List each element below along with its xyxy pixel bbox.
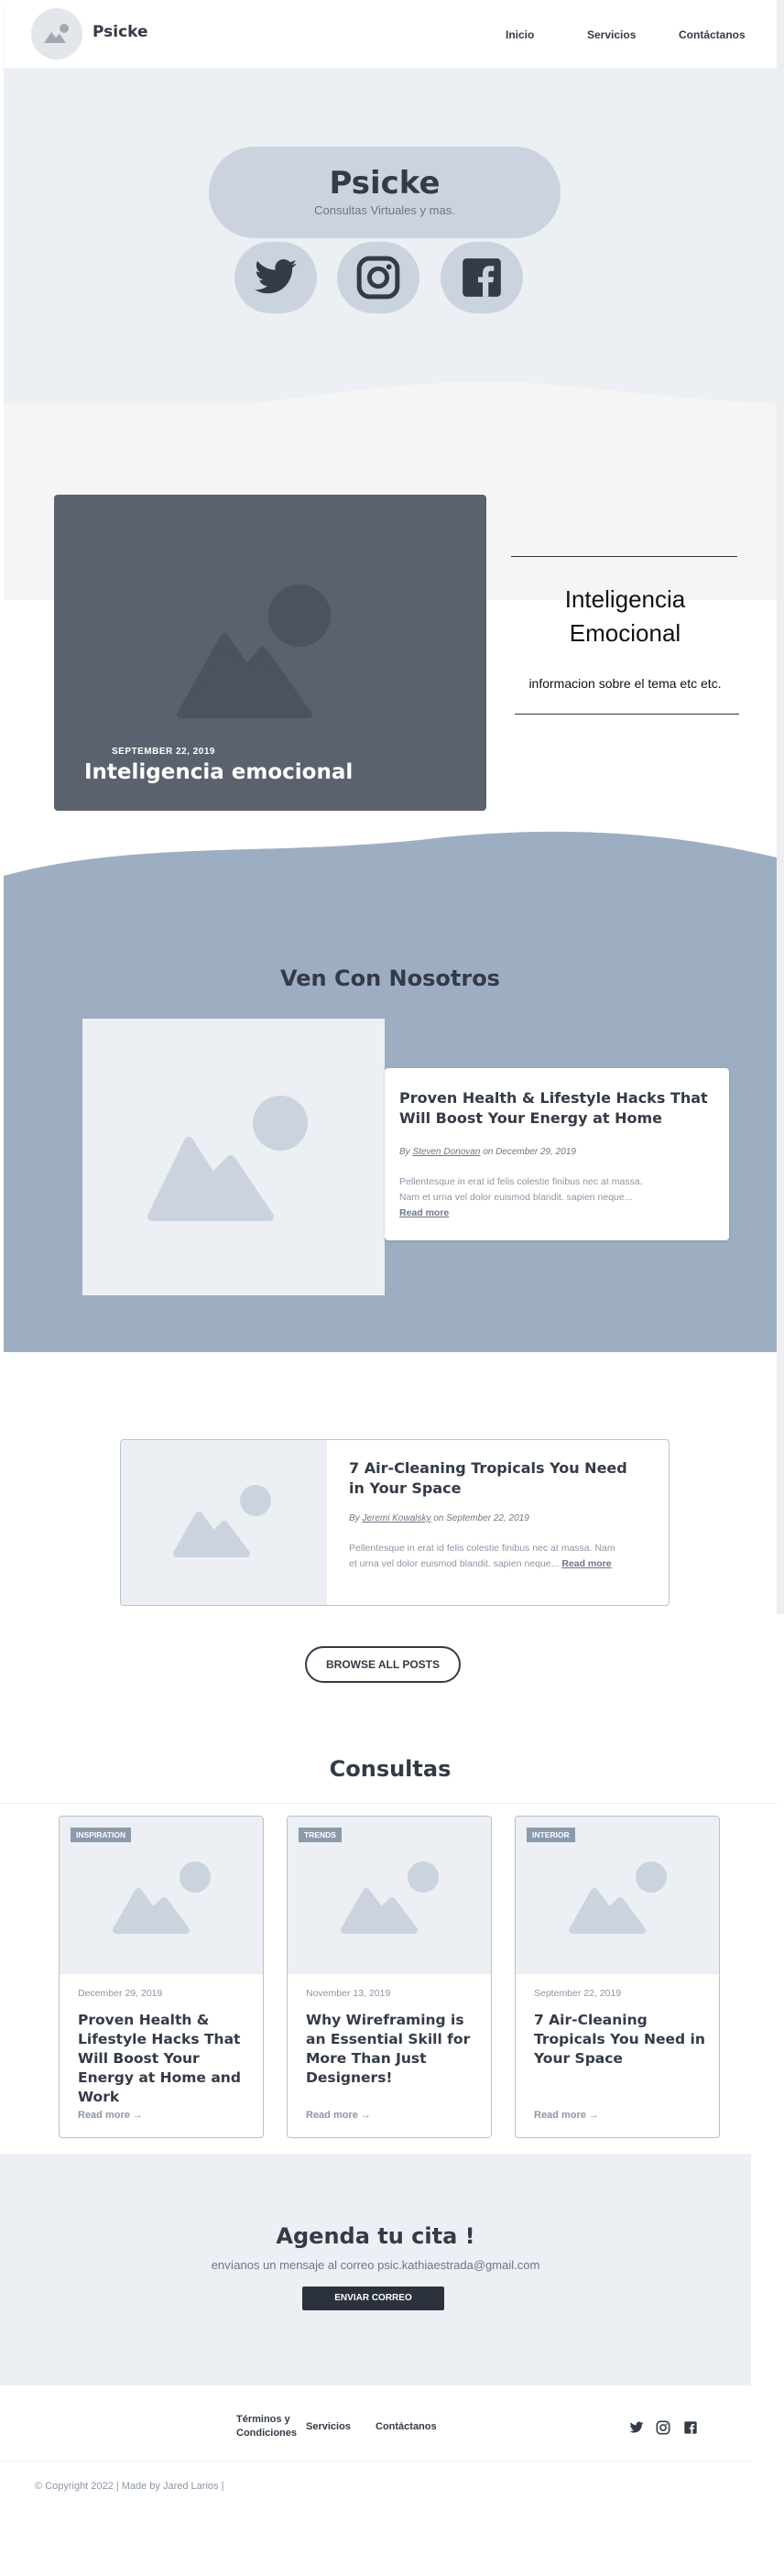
post-title[interactable]: Proven Health & Lifestyle Hacks That Wil…: [399, 1088, 713, 1129]
read-more-link[interactable]: Read more →: [306, 2110, 371, 2121]
hero-wave: [4, 381, 777, 440]
instagram-icon[interactable]: [656, 2420, 670, 2435]
post-image: INSPIRATION: [60, 1817, 263, 1974]
footer-link-servicios[interactable]: Servicios: [306, 2420, 351, 2434]
section-heading: Ven Con Nosotros: [280, 966, 500, 991]
featured-date: SEPTEMBER 22, 2019: [112, 747, 215, 757]
post-image: INTERIOR: [516, 1817, 719, 1974]
featured-title[interactable]: Inteligencia emocional: [84, 760, 353, 784]
appointment-section: Agenda tu cita ! envíanos un mensaje al …: [0, 2154, 751, 2385]
category-badge[interactable]: INSPIRATION: [71, 1828, 132, 1842]
post-card: 7 Air-Cleaning Tropicals You Need in You…: [120, 1439, 670, 1606]
post-card[interactable]: INSPIRATION December 29, 2019 Proven Hea…: [59, 1816, 264, 2138]
twitter-button[interactable]: [234, 242, 317, 313]
post-excerpt: Pellentesque in erat id felis colestie f…: [349, 1543, 615, 1569]
read-more-link[interactable]: Read more: [561, 1558, 611, 1569]
side-title: Inteligencia Emocional: [564, 585, 686, 647]
appointment-subtitle: envíanos un mensaje al correo psic.kathi…: [211, 2258, 540, 2272]
post-date: September 22, 2019: [534, 1988, 622, 1999]
divider: [515, 714, 739, 715]
side-description: informacion sobre el tema etc etc.: [528, 676, 722, 691]
post-image: TRENDS: [288, 1817, 491, 1974]
post-title[interactable]: 7 Air-Cleaning Tropicals You Need in You…: [349, 1458, 642, 1499]
post-card: Proven Health & Lifestyle Hacks That Wil…: [385, 1068, 729, 1240]
instagram-button[interactable]: [337, 242, 419, 313]
hero-subtitle: Consultas Virtuales y mas.: [314, 203, 455, 217]
facebook-icon[interactable]: [683, 2420, 698, 2435]
category-badge[interactable]: INTERIOR: [527, 1828, 575, 1842]
nav-servicios[interactable]: Servicios: [587, 28, 636, 41]
twitter-icon: [255, 259, 297, 294]
browse-all-posts-button[interactable]: BROWSE ALL POSTS: [305, 1646, 461, 1683]
divider: [0, 1803, 777, 1804]
post-card[interactable]: INTERIOR September 22, 2019 7 Air-Cleani…: [515, 1816, 720, 2138]
post-meta: By Jeremi Kowalsky on September 22, 2019: [349, 1513, 529, 1523]
image-placeholder-icon: [147, 1096, 308, 1221]
read-more-link[interactable]: Read more →: [534, 2110, 599, 2121]
post-excerpt: Pellentesque in erat id felis colestie f…: [399, 1176, 643, 1218]
image-placeholder-icon: [341, 1861, 439, 1934]
facebook-button[interactable]: [441, 242, 523, 313]
post-title[interactable]: 7 Air-Cleaning Tropicals You Need in You…: [534, 2011, 706, 2068]
post-image[interactable]: [121, 1440, 327, 1605]
image-placeholder-icon: [113, 1861, 211, 1934]
footer-link-terms[interactable]: Términos y Condiciones: [236, 2413, 300, 2440]
logo[interactable]: [31, 8, 82, 60]
read-more-link[interactable]: Read more →: [78, 2110, 143, 2121]
twitter-icon[interactable]: [629, 2420, 644, 2435]
image-placeholder-icon: [569, 1861, 667, 1934]
footer-link-contactanos[interactable]: Contáctanos: [376, 2420, 437, 2434]
brand-name[interactable]: Psicke: [93, 23, 148, 41]
author-link[interactable]: Jeremi Kowalsky: [362, 1513, 430, 1523]
appointment-title: Agenda tu cita !: [276, 2223, 475, 2249]
author-link[interactable]: Steven Donovan: [412, 1147, 480, 1157]
post-image[interactable]: [82, 1019, 385, 1295]
post-meta: By Steven Donovan on December 29, 2019: [399, 1147, 576, 1157]
image-placeholder-icon: [173, 1485, 271, 1557]
post-date: November 13, 2019: [306, 1988, 391, 1999]
read-more-link[interactable]: Read more: [399, 1207, 449, 1218]
image-placeholder-icon: [177, 584, 331, 718]
logo-image-icon: [44, 24, 69, 43]
facebook-icon: [463, 258, 501, 297]
page-edge: [777, 0, 784, 1614]
category-badge[interactable]: TRENDS: [299, 1828, 342, 1842]
nav-inicio[interactable]: Inicio: [506, 28, 534, 41]
hero-title-pill: Psicke Consultas Virtuales y mas.: [209, 147, 561, 238]
post-title[interactable]: Why Wireframing is an Essential Skill fo…: [306, 2011, 478, 2088]
copyright: © Copyright 2022 | Made by Jared Larios …: [35, 2481, 224, 2492]
post-date: December 29, 2019: [78, 1988, 163, 1999]
post-title[interactable]: Proven Health & Lifestyle Hacks That Wil…: [78, 2011, 250, 2107]
featured-post-card[interactable]: SEPTEMBER 22, 2019 Inteligencia emociona…: [54, 495, 486, 811]
divider: [511, 556, 737, 557]
section-heading: Consultas: [329, 1756, 452, 1782]
send-email-button[interactable]: ENVIAR CORREO: [302, 2287, 444, 2310]
instagram-icon: [356, 256, 400, 300]
post-card[interactable]: TRENDS November 13, 2019 Why Wireframing…: [287, 1816, 492, 2138]
site-footer: Términos y Condiciones Servicios Contáct…: [0, 2385, 751, 2516]
nav-contactanos[interactable]: Contáctanos: [679, 28, 746, 41]
hero-title: Psicke: [329, 165, 441, 202]
site-header: Psicke Inicio Servicios Contáctanos: [4, 0, 777, 68]
